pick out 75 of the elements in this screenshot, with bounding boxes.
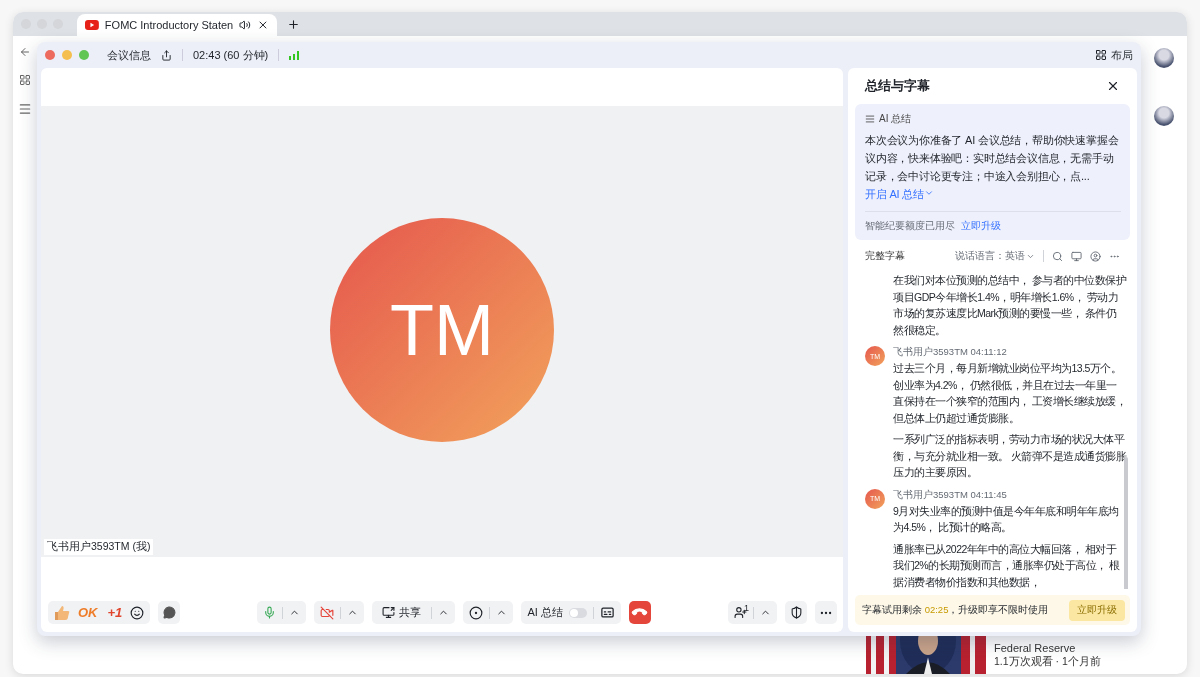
- transcript-line: 过去三个月，每月新增就业岗位平均为13.5万个。: [893, 361, 1122, 376]
- browser-tab[interactable]: FOMC Introductory Staten: [77, 14, 277, 36]
- list-icon: [865, 114, 875, 124]
- signal-icon: [289, 50, 300, 60]
- speaker-meta: 飞书用户3593TM 04:11:45: [893, 488, 1008, 502]
- transcript-line: 通胀率已从2022年年中的高位大幅回落， 相对于: [893, 541, 1117, 557]
- share-icon[interactable]: [161, 49, 172, 61]
- avatar: TM: [330, 218, 554, 442]
- microphone-icon[interactable]: [263, 606, 277, 619]
- quota-notice: 智能纪要额度已用尽: [865, 220, 955, 233]
- close-icon[interactable]: [1106, 79, 1120, 93]
- enable-ai-summary-link[interactable]: 开启 AI 总结: [865, 188, 934, 200]
- emoji-icon[interactable]: [130, 605, 145, 620]
- record-icon[interactable]: [469, 605, 484, 620]
- transcript-line: 在我们对本位预测的总结中， 参与者的中位数保护: [893, 273, 1127, 288]
- view-count: 1.1万次观看 · 1个月前: [994, 655, 1101, 669]
- monitor-icon[interactable]: [1071, 250, 1082, 262]
- ai-summary-toggle[interactable]: [568, 607, 587, 618]
- channel-name: Federal Reserve: [994, 642, 1077, 654]
- participant-name: 飞书用户3593TM (我): [44, 539, 154, 555]
- transcript-line: 市场的复苏速度比Mark预测的要慢一些， 条件仍: [893, 306, 1117, 321]
- card-description: 本次会议为你准备了 AI 会议总结，帮助你快速掌握会议内容，快来体验吧：实时总结会议信息，无需手动记录，会中讨论更专注；中途入会别担心，点... 开启 AI 总结: [865, 133, 1120, 202]
- security-button[interactable]: [785, 601, 807, 624]
- avatar[interactable]: [1154, 48, 1174, 68]
- window-zoom-button[interactable]: [79, 50, 89, 60]
- chat-icon: [162, 606, 176, 619]
- shield-icon: [789, 606, 803, 619]
- circle-icon[interactable]: [1090, 250, 1101, 262]
- language-selector[interactable]: 说话语言：英语: [955, 249, 1035, 263]
- transcript-line: 我们2%的长期预测而言，通胀率仍处于高位， 根: [893, 558, 1120, 573]
- chat-button[interactable]: [158, 601, 181, 624]
- meeting-info-label[interactable]: 会议信息: [107, 47, 151, 63]
- reaction-button[interactable]: +1: [105, 605, 125, 620]
- transcript-line: 压力的主要原因。: [893, 465, 977, 480]
- thumbs-up-icon[interactable]: [54, 605, 70, 620]
- participant-count: 1: [744, 603, 749, 613]
- transcript-label: 完整字幕: [865, 249, 905, 263]
- scrollbar[interactable]: [1124, 457, 1128, 589]
- camera-off-icon[interactable]: [320, 605, 335, 620]
- transcript-line: 一系列广泛的指标表明，劳动力市场的状况大体平: [893, 432, 1124, 447]
- transcript-line: 为4.5%， 比预计的略高。: [893, 520, 1012, 535]
- upgrade-button[interactable]: 立即升级: [1069, 599, 1125, 621]
- window-close-button[interactable]: [45, 50, 55, 60]
- transcript-line: 直保持在一个狭窄的范围内， 工资增长继续放缓，: [893, 394, 1127, 409]
- upgrade-link[interactable]: 立即升级: [961, 220, 1001, 233]
- end-call-button[interactable]: [628, 601, 651, 624]
- grid-icon: [1095, 49, 1107, 61]
- captions-icon[interactable]: [599, 605, 615, 620]
- layout-button[interactable]: 布局: [1095, 47, 1133, 63]
- speaker-meta: 飞书用户3593TM 04:11:12: [893, 346, 1008, 359]
- transcript-line: 9月对失业率的预测中值是今年年底和明年年底均: [893, 503, 1119, 519]
- transcript-line: 创业率为4.2%， 仍然很低，并且在过去一年里一: [893, 377, 1117, 393]
- panel-title: 总结与字幕: [865, 77, 930, 95]
- speaker-icon[interactable]: [239, 19, 252, 31]
- transcript-line: 但总体上仍超过通货膨胀。: [893, 410, 1019, 426]
- avatar: [1154, 106, 1174, 126]
- screen-share-icon: [382, 606, 396, 619]
- trial-notice: 字幕试用剩余 02:25，升级即享不限时使用: [862, 603, 1050, 617]
- close-icon[interactable]: [257, 19, 269, 31]
- back-icon[interactable]: [19, 46, 31, 58]
- transcript-line: 项目GDP今年增长1.4%，明年增长1.6%， 劳动力: [893, 289, 1119, 305]
- video-logo-icon: [85, 20, 99, 30]
- meeting-timer: 02:43 (60 分钟): [193, 47, 269, 63]
- card-heading: AI 总结: [879, 112, 912, 126]
- new-tab-icon[interactable]: [287, 18, 300, 31]
- participants-icon[interactable]: [734, 606, 747, 619]
- apps-icon[interactable]: [19, 74, 31, 86]
- transcript-line: 衡，与充分就业相一致。 火箭弹不是造成通货膨胀: [893, 448, 1127, 464]
- menu-icon[interactable]: [18, 102, 32, 116]
- transcript-line: 据消费者物价指数和其他数据，: [893, 574, 1040, 589]
- transcript-line: 然很稳定。: [893, 322, 946, 338]
- search-icon[interactable]: [1052, 250, 1063, 262]
- more-button[interactable]: [815, 601, 837, 624]
- ai-summary-label: AI 总结: [527, 605, 563, 620]
- chevron-down-icon: [923, 188, 934, 198]
